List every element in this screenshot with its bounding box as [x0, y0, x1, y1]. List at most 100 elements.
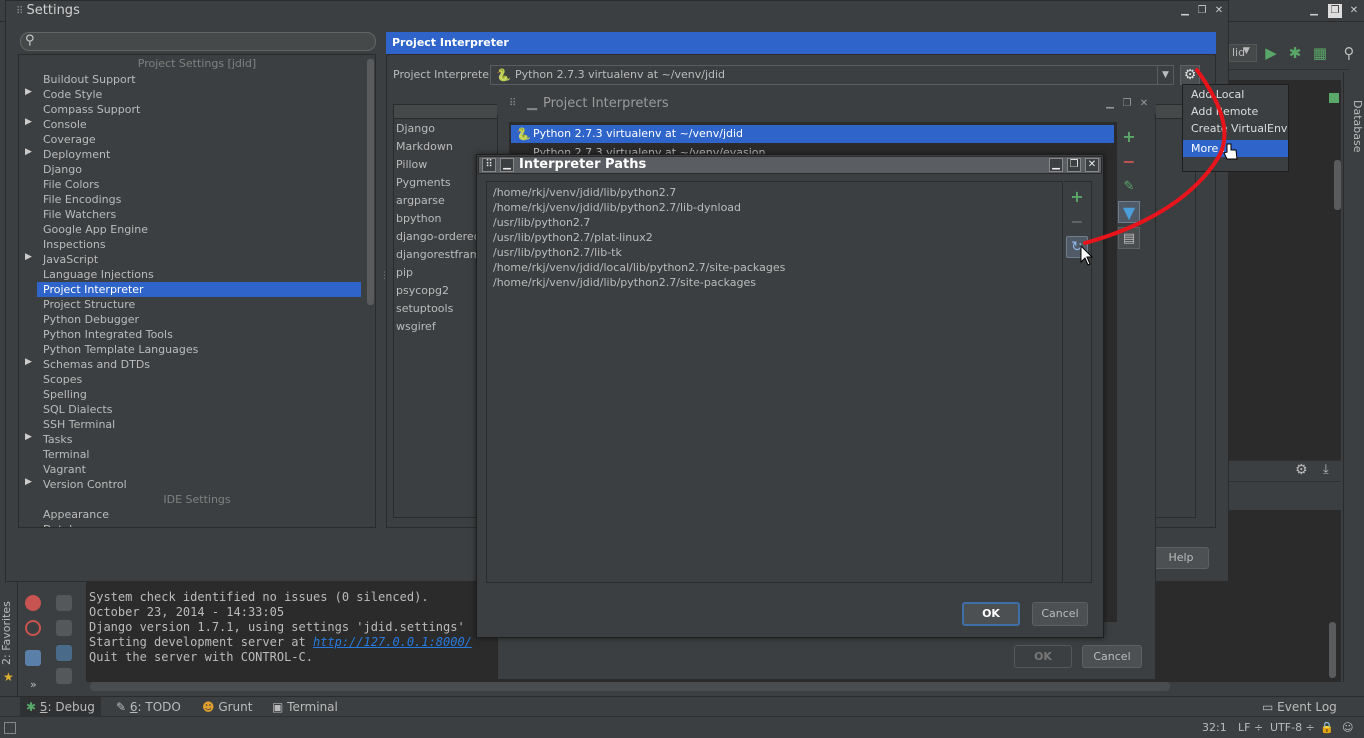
tab-terminal[interactable]: ▣ Terminal: [266, 697, 344, 717]
tree-item[interactable]: File Colors: [19, 177, 375, 192]
add-interpreter-button[interactable]: +: [1118, 126, 1140, 148]
ip-cancel-button[interactable]: Cancel: [1032, 602, 1088, 626]
tree-item[interactable]: Python Debugger: [19, 312, 375, 327]
server-url-link[interactable]: http://127.0.0.1:8000/: [313, 635, 472, 649]
tree-item[interactable]: Vagrant: [19, 462, 375, 477]
menu-item-add-remote[interactable]: Add Remote: [1183, 103, 1288, 120]
pint-close-button[interactable]: ✕: [1137, 97, 1151, 111]
expand-arrow-icon[interactable]: ▶: [25, 357, 32, 367]
run-icon[interactable]: ▶: [1261, 43, 1281, 63]
tree-item[interactable]: Compass Support: [19, 102, 375, 117]
collapse-icon[interactable]: ▁: [500, 158, 514, 172]
tab-debug[interactable]: ✱ 5: Debug: [20, 697, 101, 717]
package-row[interactable]: Pygments: [396, 174, 451, 192]
settings-gear-icon[interactable]: ⚙: [1295, 462, 1308, 478]
console-horizontal-scrollbar[interactable]: [90, 682, 1170, 691]
package-row[interactable]: setuptools: [396, 300, 453, 318]
package-row[interactable]: Pillow: [396, 156, 427, 174]
expand-arrow-icon[interactable]: ▶: [25, 87, 32, 97]
tree-item[interactable]: Spelling: [19, 387, 375, 402]
line-ending-selector[interactable]: LF ÷: [1238, 721, 1263, 734]
tree-item[interactable]: Python Template Languages: [19, 342, 375, 357]
more-icon[interactable]: »: [30, 678, 37, 691]
path-row[interactable]: /home/rkj/venv/jdid/lib/python2.7/lib-dy…: [493, 200, 741, 215]
tree-scrollbar[interactable]: [367, 59, 374, 305]
tree-item[interactable]: Terminal: [19, 447, 375, 462]
show-paths-icon[interactable]: ▤: [1118, 227, 1140, 249]
tree-item[interactable]: Django: [19, 162, 375, 177]
tree-item[interactable]: Deployment: [19, 147, 375, 162]
expand-arrow-icon[interactable]: ▶: [25, 477, 32, 487]
pint-ok-button[interactable]: OK: [1014, 645, 1072, 668]
package-row[interactable]: bpython: [396, 210, 441, 228]
step-icon[interactable]: [56, 595, 72, 611]
inspector-icon[interactable]: ☺: [1342, 721, 1353, 734]
print-icon[interactable]: [56, 620, 72, 636]
path-row[interactable]: /usr/lib/python2.7: [493, 215, 590, 230]
tree-item[interactable]: Buildout Support: [19, 72, 375, 87]
tree-item[interactable]: Inspections: [19, 237, 375, 252]
tree-item[interactable]: SQL Dialects: [19, 402, 375, 417]
expand-arrow-icon[interactable]: ▶: [25, 147, 32, 157]
tool-window-scrollbar[interactable]: [1329, 622, 1336, 678]
settings-tree[interactable]: Project Settings [jdid] Buildout Support…: [18, 54, 376, 528]
menu-item-more[interactable]: More...: [1183, 140, 1288, 157]
layout-icon[interactable]: [25, 650, 41, 666]
tree-item[interactable]: SSH Terminal: [19, 417, 375, 432]
project-interpreters-title-bar[interactable]: ⠿ ▁ Project Interpreters ▁ ❐ ✕: [497, 94, 1156, 114]
breakpoints-icon[interactable]: [25, 595, 41, 611]
pint-minimize-button[interactable]: ▁: [1103, 97, 1117, 111]
package-row[interactable]: pip: [396, 264, 413, 282]
gear-button[interactable]: ⚙: [1180, 65, 1200, 85]
filter-icon[interactable]: ▼: [1118, 201, 1140, 223]
drag-handle-icon[interactable]: ⠿: [482, 158, 496, 172]
path-row[interactable]: /home/rkj/venv/jdid/lib/python2.7/site-p…: [493, 275, 756, 290]
tree-item[interactable]: File Encodings: [19, 192, 375, 207]
lock-icon[interactable]: 🔒: [1320, 721, 1334, 734]
ip-close-button[interactable]: ✕: [1085, 158, 1099, 172]
chevron-down-icon[interactable]: ▼: [1157, 66, 1173, 84]
console-icon[interactable]: [56, 668, 72, 684]
settings-minimize-button[interactable]: ▁: [1178, 4, 1192, 18]
ide-restore-button[interactable]: ❐: [1328, 4, 1342, 18]
mute-breakpoints-icon[interactable]: [25, 620, 41, 636]
remove-path-button[interactable]: −: [1066, 211, 1088, 233]
ip-ok-button[interactable]: OK: [962, 602, 1020, 626]
package-row[interactable]: django-ordered-: [396, 228, 485, 246]
run-config-dropdown-icon[interactable]: ▼: [1243, 46, 1250, 56]
ip-minimize-button[interactable]: ▁: [1049, 158, 1063, 172]
tree-item[interactable]: Google App Engine: [19, 222, 375, 237]
editor-scrollbar[interactable]: [1334, 160, 1341, 210]
tab-todo[interactable]: ✎ 6: TODO: [110, 697, 187, 717]
path-row[interactable]: /home/rkj/venv/jdid/lib/python2.7: [493, 185, 676, 200]
interpreter-combo[interactable]: 🐍 Python 2.7.3 virtualenv at ~/venv/jdid: [490, 65, 1174, 85]
expand-arrow-icon[interactable]: ▶: [25, 252, 32, 262]
hide-panel-icon[interactable]: ⤓: [1323, 462, 1329, 477]
tab-grunt[interactable]: ☻ Grunt: [196, 697, 258, 717]
edit-interpreter-icon[interactable]: ✎: [1118, 176, 1140, 198]
tree-item[interactable]: File Watchers: [19, 207, 375, 222]
tree-item[interactable]: Language Injections: [19, 267, 375, 282]
tree-item[interactable]: Database: [19, 522, 375, 527]
expand-arrow-icon[interactable]: ▶: [25, 432, 32, 442]
tree-item[interactable]: Tasks: [19, 432, 375, 447]
clear-console-icon[interactable]: [56, 645, 72, 661]
remove-interpreter-button[interactable]: −: [1118, 151, 1140, 173]
favorites-tab[interactable]: 2: Favorites: [0, 598, 18, 668]
tree-item[interactable]: Python Integrated Tools: [19, 327, 375, 342]
tree-item[interactable]: Appearance: [19, 507, 375, 522]
package-row[interactable]: psycopg2: [396, 282, 449, 300]
collapse-icon[interactable]: ▁: [527, 94, 537, 114]
ide-minimize-button[interactable]: ▁: [1307, 4, 1321, 18]
database-tab[interactable]: Database: [1342, 96, 1364, 156]
pint-maximize-button[interactable]: ❐: [1120, 97, 1134, 111]
debug-icon[interactable]: ✱: [1285, 43, 1305, 63]
settings-maximize-button[interactable]: ❐: [1195, 4, 1209, 18]
path-row[interactable]: /usr/lib/python2.7/lib-tk: [493, 245, 622, 260]
tree-item[interactable]: Coverage: [19, 132, 375, 147]
ip-maximize-button[interactable]: ❐: [1067, 158, 1081, 172]
package-row[interactable]: Markdown: [396, 138, 453, 156]
tree-item[interactable]: Console: [19, 117, 375, 132]
expand-arrow-icon[interactable]: ▶: [25, 117, 32, 127]
favorites-star-icon[interactable]: ★: [3, 670, 14, 684]
